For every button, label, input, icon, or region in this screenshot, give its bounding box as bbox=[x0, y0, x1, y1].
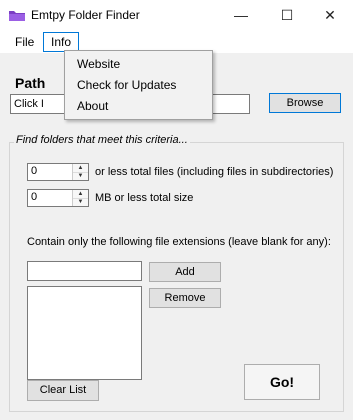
spin-down-icon[interactable]: ▼ bbox=[73, 172, 88, 180]
extensions-label: Contain only the following file extensio… bbox=[27, 236, 331, 248]
files-count-value: 0 bbox=[31, 165, 38, 177]
close-button[interactable]: ✕ bbox=[307, 0, 353, 30]
menu-item-website[interactable]: Website bbox=[77, 54, 120, 74]
minimize-button[interactable]: — bbox=[218, 0, 264, 30]
files-count-stepper[interactable]: 0 ▲ ▼ bbox=[27, 163, 89, 181]
window-title: Emtpy Folder Finder bbox=[31, 8, 140, 22]
spin-down-icon[interactable]: ▼ bbox=[73, 198, 88, 206]
stepper-arrows: ▲ ▼ bbox=[72, 164, 88, 180]
size-label: MB or less total size bbox=[95, 192, 194, 204]
menu-item-check-updates[interactable]: Check for Updates bbox=[77, 75, 176, 95]
size-value: 0 bbox=[31, 191, 38, 203]
folder-app-icon bbox=[8, 8, 26, 22]
browse-button[interactable]: Browse bbox=[269, 93, 341, 113]
go-button[interactable]: Go! bbox=[244, 364, 320, 400]
extensions-list[interactable] bbox=[27, 286, 142, 380]
stepper-arrows: ▲ ▼ bbox=[72, 190, 88, 206]
remove-button[interactable]: Remove bbox=[149, 288, 221, 308]
info-dropdown-menu: Website Check for Updates About bbox=[64, 50, 213, 120]
maximize-button[interactable]: ☐ bbox=[264, 0, 310, 30]
path-label: Path bbox=[15, 75, 46, 91]
clear-list-button[interactable]: Clear List bbox=[27, 380, 99, 401]
menu-item-about[interactable]: About bbox=[77, 96, 108, 116]
add-button[interactable]: Add bbox=[149, 262, 221, 282]
menu-info[interactable]: Info bbox=[43, 32, 80, 52]
minimize-icon: — bbox=[234, 7, 248, 23]
files-count-label: or less total files (including files in … bbox=[95, 166, 334, 178]
size-stepper[interactable]: 0 ▲ ▼ bbox=[27, 189, 89, 207]
maximize-icon: ☐ bbox=[280, 6, 294, 23]
extension-input[interactable] bbox=[27, 261, 142, 281]
close-icon: ✕ bbox=[324, 6, 336, 23]
menu-file[interactable]: File bbox=[8, 33, 41, 51]
title-bar: Emtpy Folder Finder — ☐ ✕ bbox=[0, 0, 353, 30]
criteria-title: Find folders that meet this criteria... bbox=[14, 134, 190, 146]
